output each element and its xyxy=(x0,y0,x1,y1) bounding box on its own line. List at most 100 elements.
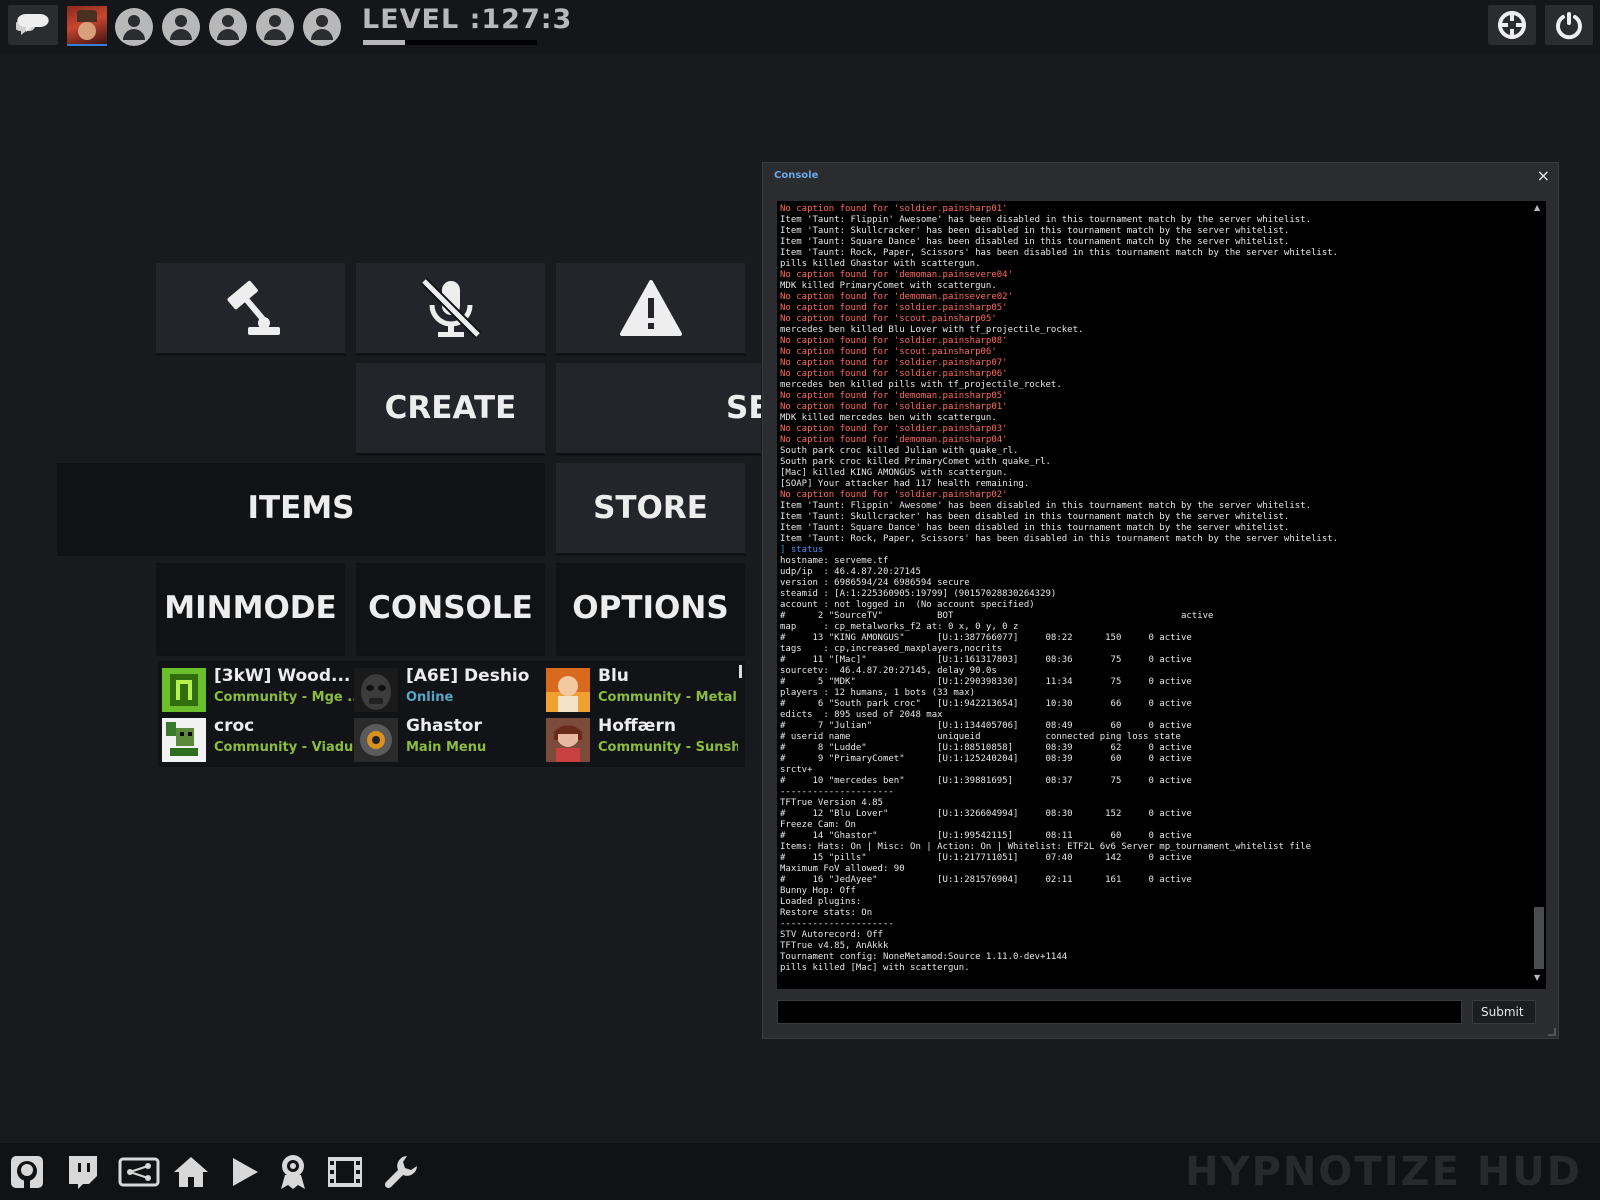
console-line: # 7 "Julian" [U:1:134405706] 08:49 60 0 … xyxy=(780,721,1192,731)
scroll-up-icon[interactable]: ▲ xyxy=(1534,203,1540,212)
party-slot-icon[interactable] xyxy=(209,8,247,46)
quit-button[interactable] xyxy=(1545,5,1593,45)
call-vote-button[interactable] xyxy=(156,263,345,353)
console-line: # 13 "KING AMONGUS" [U:1:387766077] 08:2… xyxy=(780,633,1192,643)
store-button[interactable]: STORE xyxy=(556,463,745,553)
masked-avatar xyxy=(354,668,398,712)
console-line: map : cp_metalworks_f2 at: 0 x, 0 y, 0 z xyxy=(780,622,1019,632)
friend-item[interactable]: Hoffærn Community - Sunsh... xyxy=(542,716,738,762)
create-server-button[interactable]: CREATE xyxy=(356,363,545,453)
chat-icon xyxy=(16,14,49,35)
bottom-bar: HYPNOTIZE HUD xyxy=(0,1143,1600,1200)
resize-grip-icon[interactable] xyxy=(1548,1028,1556,1036)
console-line: STV Autorecord: Off xyxy=(780,930,883,940)
friend-item[interactable]: croc Community - Viaduct xyxy=(158,716,354,762)
friend-item[interactable]: Blu Community - Metal... xyxy=(542,666,738,712)
console-line: --------------------- xyxy=(780,787,894,797)
play-icon[interactable] xyxy=(226,1154,264,1190)
console-line: No caption found for 'soldier.painsharp0… xyxy=(780,490,1008,500)
console-line: No caption found for 'soldier.painsharp0… xyxy=(780,336,1008,346)
party-slot-icon[interactable] xyxy=(115,8,153,46)
console-line: No caption found for 'soldier.painsharp0… xyxy=(780,204,1008,214)
options-button[interactable]: OPTIONS xyxy=(556,563,745,653)
console-line: mercedes ben killed pills with tf_projec… xyxy=(780,380,1062,390)
report-button[interactable] xyxy=(556,263,745,353)
friend-name: Blu xyxy=(598,666,629,686)
console-line: edicts : 895 used of 2048 max xyxy=(780,710,943,720)
console-line: Item 'Taunt: Skullcracker' has been disa… xyxy=(780,226,1290,236)
friend-status: Community - Viaduct xyxy=(214,740,354,755)
console-line: TFTrue v4.85, AnAkkk xyxy=(780,941,889,951)
github-icon[interactable] xyxy=(8,1154,46,1190)
fire-avatar xyxy=(546,668,590,712)
console-line: version : 6986594/24 6986594 secure xyxy=(780,578,970,588)
scrollbar-thumb[interactable] xyxy=(1534,907,1544,969)
mic-off-icon xyxy=(420,277,481,339)
party-slot-icon[interactable] xyxy=(303,8,341,46)
party-slot-icon[interactable] xyxy=(162,8,200,46)
gavel-icon xyxy=(226,280,280,335)
minmode-button[interactable]: MINMODE xyxy=(156,563,345,653)
level-progress-bar xyxy=(363,40,537,45)
console-line: No caption found for 'demoman.painsevere… xyxy=(780,270,1013,280)
console-line: TFTrue Version 4.85 xyxy=(780,798,883,808)
console-line: # 12 "Blu Lover" [U:1:326604994] 08:30 1… xyxy=(780,809,1192,819)
mute-players-button[interactable] xyxy=(356,263,545,353)
player-avatar[interactable] xyxy=(67,6,107,46)
scroll-down-icon[interactable]: ▼ xyxy=(1534,973,1540,982)
console-line: No caption found for 'demoman.painsharp0… xyxy=(780,435,1008,445)
console-line: Item 'Taunt: Square Dance' has been disa… xyxy=(780,523,1290,533)
console-line: # 8 "Ludde" [U:1:88510858] 08:39 62 0 ac… xyxy=(780,743,1192,753)
console-line: # 11 "[Mac]" [U:1:161317803] 08:36 75 0 … xyxy=(780,655,1192,665)
home-icon[interactable] xyxy=(172,1154,210,1190)
console-line: udp/ip : 46.4.87.20:27145 xyxy=(780,567,921,577)
console-line: # 2 "SourceTV" BOT active xyxy=(780,611,1214,621)
console-line: Item 'Taunt: Rock, Paper, Scissors' has … xyxy=(780,248,1339,258)
console-line: No caption found for 'soldier.painsharp0… xyxy=(780,402,1008,412)
replay-icon[interactable] xyxy=(326,1154,364,1190)
friend-item[interactable]: [3kW] Wood... Community - Mge ... xyxy=(158,666,354,712)
twitch-icon[interactable] xyxy=(63,1154,101,1190)
console-button[interactable]: CONSOLE xyxy=(356,563,545,653)
console-line: srctv+ xyxy=(780,765,813,775)
chat-button[interactable] xyxy=(8,5,58,45)
items-button[interactable]: ITEMS xyxy=(57,463,545,553)
console-line: mercedes ben killed Blu Lover with tf_pr… xyxy=(780,325,1084,335)
console-line: No caption found for 'soldier.painsharp0… xyxy=(780,303,1008,313)
robot-avatar xyxy=(354,718,398,762)
friend-item[interactable]: Ghastor Main Menu xyxy=(350,716,540,762)
console-window: Console × No caption found for 'soldier.… xyxy=(762,162,1559,1039)
friend-status: Main Menu xyxy=(406,740,487,755)
warning-icon xyxy=(619,280,682,336)
console-line: Items: Hats: On | Misc: On | Action: On … xyxy=(780,842,1312,852)
settings-button[interactable] xyxy=(1488,5,1536,45)
console-line: South park croc killed PrimaryComet with… xyxy=(780,457,1051,467)
friends-scrollbar[interactable] xyxy=(739,665,742,678)
console-line: # 5 "MDK" [U:1:290398330] 11:34 75 0 act… xyxy=(780,677,1192,687)
console-input[interactable] xyxy=(777,1000,1462,1024)
console-scrollbar[interactable]: ▲ ▼ xyxy=(1532,203,1544,985)
submit-button[interactable]: Submit xyxy=(1472,1000,1536,1024)
achievement-icon[interactable] xyxy=(274,1154,312,1190)
console-line: Item 'Taunt: Flippin' Awesome' has been … xyxy=(780,215,1312,225)
friend-status: Community - Mge ... xyxy=(214,690,354,705)
close-icon[interactable]: × xyxy=(1537,166,1550,185)
servers-button-partial[interactable]: SE xyxy=(556,363,761,453)
console-line: account : not logged in (No account spec… xyxy=(780,600,1035,610)
console-line: # 16 "JedAyee" [U:1:281576904] 02:11 161… xyxy=(780,875,1192,885)
wrench-icon[interactable] xyxy=(382,1154,420,1190)
console-line: No caption found for 'demoman.painsharp0… xyxy=(780,391,1008,401)
friend-item[interactable]: [A6E] Deshio Online xyxy=(350,666,540,712)
console-line: players : 12 humans, 1 bots (33 max) xyxy=(780,688,976,698)
party-slot-icon[interactable] xyxy=(256,8,294,46)
girl-avatar xyxy=(546,718,590,762)
level-progress-fill xyxy=(363,40,405,45)
friend-status: Online xyxy=(406,690,454,705)
level-label: LEVEL :127:3 xyxy=(362,4,573,35)
console-line: [SOAP] Your attacker had 117 health rema… xyxy=(780,479,1030,489)
console-line: No caption found for 'soldier.painsharp0… xyxy=(780,358,1008,368)
console-line: No caption found for 'scout.painsharp05' xyxy=(780,314,997,324)
friend-name: croc xyxy=(214,716,255,736)
server-browser-icon[interactable] xyxy=(118,1154,160,1190)
console-line: No caption found for 'soldier.painsharp0… xyxy=(780,369,1008,379)
